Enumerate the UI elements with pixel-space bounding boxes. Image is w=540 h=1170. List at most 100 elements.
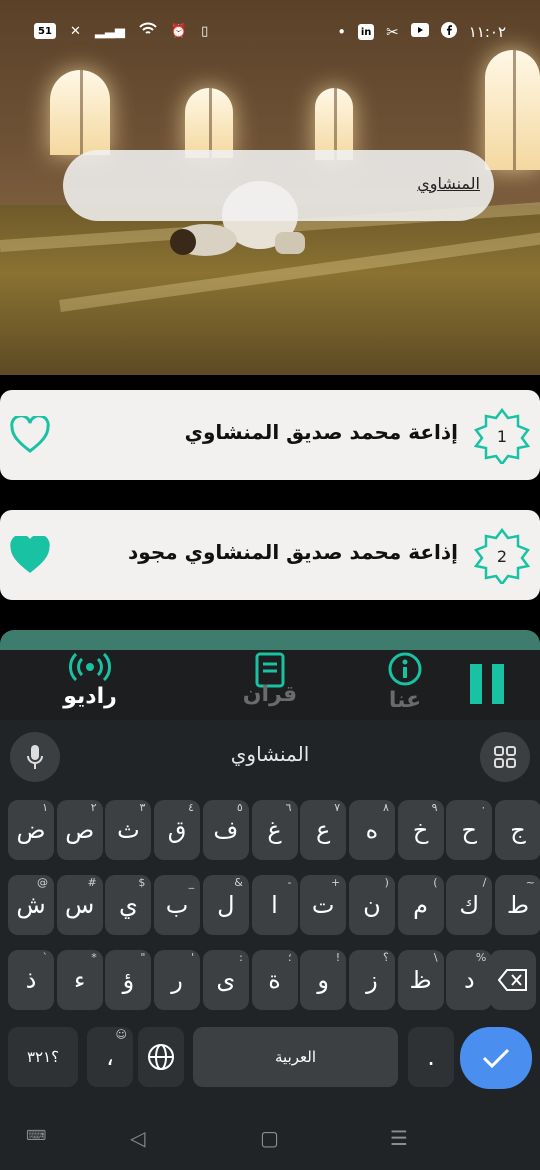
key-1[interactable]: ١ض bbox=[8, 800, 54, 860]
key-hint: ٧ bbox=[334, 801, 341, 814]
key-4[interactable]: ٤ق bbox=[154, 800, 201, 860]
key-char: ش bbox=[16, 891, 46, 919]
status-bar: 51 ✕ ▂▃▅ ⏰ ▯ • in ✂ ١١:٠٢ bbox=[0, 0, 540, 64]
key-char: ك bbox=[459, 891, 480, 919]
suggestion-word[interactable]: المنشاوي bbox=[0, 742, 540, 766]
key-8[interactable]: (ن bbox=[348, 875, 395, 935]
key-char: ر bbox=[171, 966, 183, 994]
favorite-heart-outline-icon[interactable] bbox=[10, 416, 50, 454]
system-navigation-bar: ⌨ ◁ ▢ ☰ bbox=[0, 1110, 540, 1170]
key-10[interactable]: % د bbox=[446, 950, 493, 1010]
enter-key[interactable] bbox=[460, 1027, 532, 1089]
station-card[interactable]: إذاعة محمد صديق المنشاوي مجود 2 bbox=[0, 510, 540, 600]
key-4[interactable]: ' ر bbox=[154, 950, 201, 1010]
key-char: ب bbox=[165, 891, 189, 919]
tools-icon: ✂ bbox=[386, 23, 399, 41]
keyboard: المنشاوي ١ ض ٢ ص ٣ ث ٤ ق ٥ ف ٦ غ ٧ ع ٨ ه ٩ خ ٠ ح ج @ ش # س $ ي _ ب & ل… bbox=[0, 720, 540, 1170]
backspace-key[interactable] bbox=[490, 950, 536, 1010]
key-char: ا bbox=[271, 891, 278, 919]
key-char: ع bbox=[316, 816, 331, 844]
key-8[interactable]: ؟ ز bbox=[348, 950, 395, 1010]
key-hint: + bbox=[330, 876, 341, 889]
key-hint: ~ bbox=[525, 876, 535, 889]
symbols-key[interactable]: ؟٣٢١ bbox=[8, 1027, 78, 1087]
key-hint: ٥ bbox=[236, 801, 243, 814]
keyboard-menu-button[interactable] bbox=[480, 732, 530, 782]
comma-label: ، bbox=[106, 1043, 114, 1071]
key-char: ن bbox=[363, 891, 381, 919]
key-hint: ` bbox=[42, 951, 49, 964]
tab-quran-label: قران bbox=[242, 682, 298, 707]
period-key[interactable]: . bbox=[408, 1027, 454, 1087]
key-11[interactable]: ج bbox=[495, 800, 540, 860]
vibrate-icon: ▯ bbox=[201, 23, 209, 39]
space-key[interactable]: العربية bbox=[193, 1027, 398, 1087]
tab-about[interactable]: عنا bbox=[355, 650, 455, 720]
keyboard-hide-icon[interactable]: ⌨ bbox=[26, 1128, 46, 1144]
backspace-icon bbox=[498, 969, 527, 991]
recents-icon[interactable]: ☰ bbox=[390, 1126, 408, 1150]
key-3[interactable]: $ ي bbox=[105, 875, 152, 935]
key-hint: ( bbox=[384, 876, 389, 889]
key-7[interactable]: ! و bbox=[300, 950, 347, 1010]
key-hint: _ bbox=[188, 876, 195, 889]
language-key[interactable] bbox=[138, 1027, 184, 1087]
key-9[interactable]: ) م bbox=[397, 875, 444, 935]
search-input[interactable]: المنشاوي bbox=[63, 150, 494, 221]
key-11[interactable]: ~ ط bbox=[495, 875, 540, 935]
key-char: م bbox=[413, 891, 429, 919]
key-1[interactable]: ` ذ bbox=[8, 950, 54, 1010]
key-10[interactable]: / ك bbox=[446, 875, 493, 935]
key-hint: : bbox=[239, 951, 243, 964]
key-7[interactable]: + ت bbox=[300, 875, 347, 935]
key-char: ج bbox=[510, 816, 526, 844]
key-hint: ٠ bbox=[480, 801, 487, 814]
tab-radio-label: راديو bbox=[63, 684, 117, 709]
station-number-badge: 1 bbox=[473, 407, 531, 467]
station-card[interactable]: إذاعة محمد صديق المنشاوي 1 bbox=[0, 390, 540, 480]
favorite-heart-filled-icon[interactable] bbox=[10, 536, 50, 574]
key-char: ذ bbox=[25, 966, 37, 994]
grid-icon bbox=[494, 746, 516, 768]
tab-quran[interactable]: قران bbox=[220, 650, 320, 720]
key-hint: & bbox=[234, 876, 243, 889]
wifi-icon bbox=[139, 22, 157, 40]
key-5[interactable]: & ل bbox=[202, 875, 249, 935]
key-hint: / bbox=[482, 876, 487, 889]
key-8[interactable]: ٨ه bbox=[348, 800, 395, 860]
key-char: ه bbox=[365, 816, 379, 844]
key-hint: ' bbox=[191, 951, 195, 964]
key-hint: - bbox=[287, 876, 292, 889]
key-4[interactable]: _ ب bbox=[154, 875, 201, 935]
key-6[interactable]: ٦غ bbox=[251, 800, 298, 860]
key-10[interactable]: ٠ح bbox=[446, 800, 493, 860]
emoji-comma-key[interactable]: ☺ ، bbox=[87, 1027, 133, 1087]
key-hint: ؛ bbox=[288, 951, 292, 964]
key-hint: % bbox=[475, 951, 487, 964]
key-char: و bbox=[317, 966, 329, 994]
tab-radio[interactable]: راديو bbox=[40, 650, 140, 720]
key-7[interactable]: ٧ع bbox=[300, 800, 347, 860]
home-icon[interactable]: ▢ bbox=[260, 1126, 279, 1150]
key-char: غ bbox=[267, 816, 282, 844]
key-hint: ١ bbox=[42, 801, 48, 814]
back-icon[interactable]: ◁ bbox=[130, 1126, 145, 1150]
key-6[interactable]: ؛ ة bbox=[251, 950, 298, 1010]
key-char: ؤ bbox=[122, 966, 135, 994]
key-9[interactable]: ٩خ bbox=[397, 800, 444, 860]
period-label: . bbox=[427, 1043, 435, 1071]
key-2[interactable]: * ء bbox=[56, 950, 103, 1010]
key-5[interactable]: ٥ف bbox=[202, 800, 249, 860]
key-2[interactable]: ٢ص bbox=[56, 800, 103, 860]
key-2[interactable]: # س bbox=[56, 875, 103, 935]
station-number: 1 bbox=[496, 426, 508, 446]
key-6[interactable]: -ا bbox=[251, 875, 298, 935]
key-5[interactable]: :ى bbox=[202, 950, 249, 1010]
pause-button[interactable] bbox=[470, 664, 504, 704]
youtube-icon bbox=[410, 23, 429, 41]
key-9[interactable]: \ ظ bbox=[397, 950, 444, 1010]
key-3[interactable]: " ؤ bbox=[105, 950, 152, 1010]
search-query: المنشاوي bbox=[417, 174, 480, 193]
key-3[interactable]: ٣ث bbox=[105, 800, 152, 860]
key-1[interactable]: @ ش bbox=[8, 875, 54, 935]
